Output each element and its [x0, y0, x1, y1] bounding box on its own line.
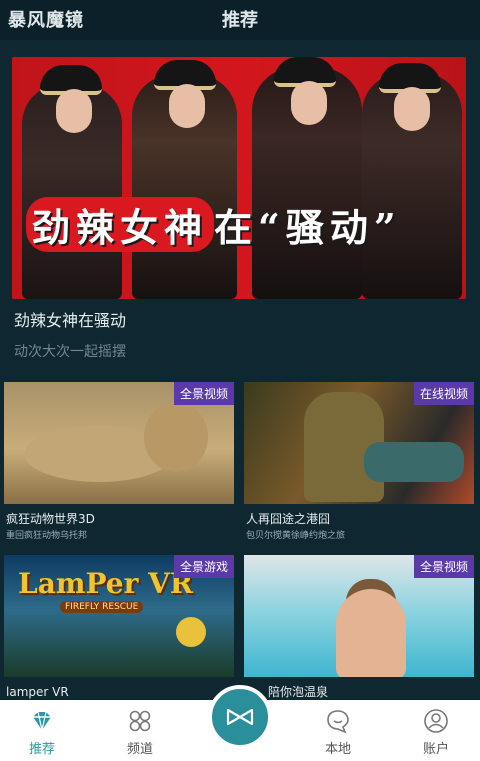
- hero-overlay-bubble: 劲辣女神: [26, 197, 215, 252]
- category-badge: 全景游戏: [173, 555, 234, 578]
- face-shape: [394, 87, 430, 131]
- card-title[interactable]: 陪你泡温泉: [268, 683, 328, 700]
- face-shape: [56, 89, 92, 133]
- face-shape: [291, 81, 327, 125]
- card-subtitle: 包贝尔搅黄徐峥约炮之旅: [246, 531, 346, 541]
- card-title[interactable]: lamper VR: [6, 685, 69, 699]
- page-title: 推荐: [222, 10, 258, 31]
- nav-label: 账户: [422, 742, 449, 757]
- game-logo-subtitle: FIREFLY RESCUE: [60, 601, 144, 613]
- top-bar: 暴风魔镜 推荐: [0, 0, 480, 40]
- figure-shape: [336, 589, 406, 677]
- hero-subtitle: 动次大次一起摇摆: [14, 344, 126, 360]
- firefly-shape: [176, 617, 206, 647]
- category-badge: 全景视频: [173, 382, 234, 405]
- card-title[interactable]: 人再囧途之港囧: [246, 510, 330, 527]
- nav-label: 本地: [324, 742, 351, 757]
- category-badge: 全景视频: [413, 555, 474, 578]
- hero-title[interactable]: 劲辣女神在骚动: [14, 307, 126, 331]
- nav-label: 推荐: [28, 742, 55, 757]
- nav-item-local[interactable]: 本地: [298, 700, 378, 761]
- nav-item-recommend[interactable]: 推荐: [2, 700, 82, 761]
- vr-mode-button[interactable]: [208, 685, 272, 749]
- nav-item-channels[interactable]: 频道: [100, 700, 180, 761]
- card-thumbnail[interactable]: 全景视频: [4, 382, 234, 504]
- category-badge: 在线视频: [413, 382, 474, 405]
- card-subtitle: 重回疯狂动物乌托邦: [6, 531, 88, 541]
- face-shape: [169, 84, 205, 128]
- nav-item-account[interactable]: 账户: [396, 700, 476, 761]
- card-thumbnail[interactable]: 全景视频: [244, 555, 474, 677]
- nav-label: 频道: [126, 742, 153, 757]
- vr-glasses-icon: [226, 708, 254, 726]
- user-icon: [424, 709, 448, 733]
- chat-bubble-icon: [327, 710, 349, 734]
- grid-circles-icon: [129, 710, 151, 732]
- card-thumbnail[interactable]: LamPer VR FIREFLY RESCUE 全景游戏: [4, 555, 234, 677]
- hero-banner[interactable]: 劲辣女神 在“骚动”: [12, 57, 466, 299]
- hero-overlay-tail: 在“骚动”: [214, 205, 402, 250]
- lion-shape: [144, 402, 208, 472]
- hero-overlay-text: 劲辣女神 在“骚动”: [26, 197, 402, 252]
- game-logo-text: LamPer VR: [18, 567, 194, 600]
- figure-shape: [364, 442, 464, 482]
- card-thumbnail[interactable]: 在线视频: [244, 382, 474, 504]
- card-title[interactable]: 疯狂动物世界3D: [6, 510, 95, 527]
- diamond-icon: [33, 711, 51, 731]
